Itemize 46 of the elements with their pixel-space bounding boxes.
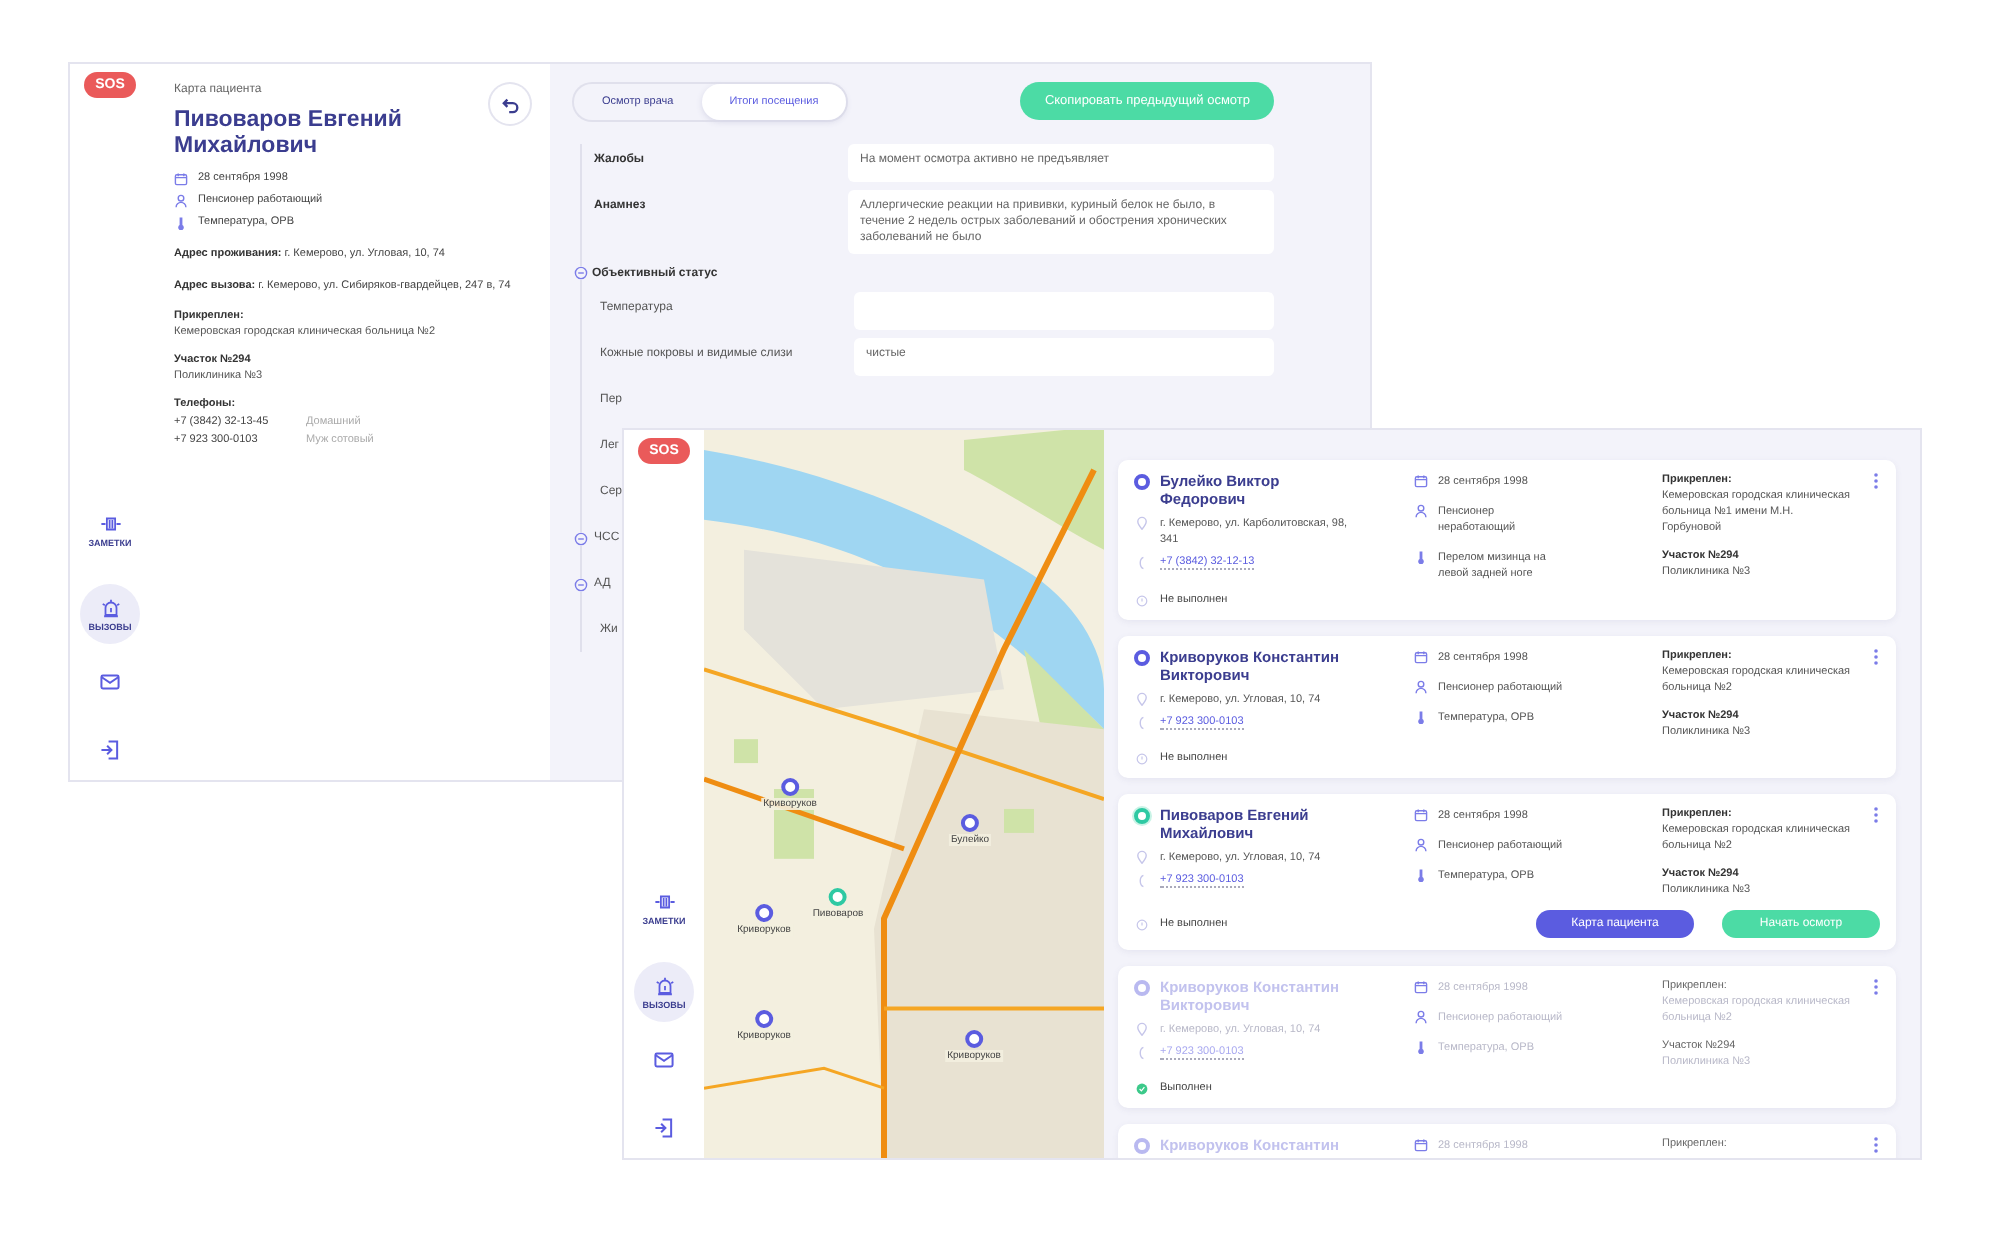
collapse-icon[interactable]: [574, 266, 588, 280]
collapse-icon[interactable]: [574, 532, 588, 546]
logout-icon[interactable]: [654, 1118, 674, 1138]
more-icon[interactable]: [1872, 1136, 1880, 1154]
calendar-icon: [1414, 980, 1428, 994]
mail-icon[interactable]: [654, 1050, 674, 1070]
person-icon: [174, 194, 188, 208]
notes-icon: [653, 891, 675, 911]
calendar-icon: [1414, 808, 1428, 822]
thermometer-icon: [1414, 868, 1428, 882]
thermometer-icon: [174, 216, 188, 230]
logout-icon[interactable]: [100, 740, 120, 760]
info-icon: [1136, 752, 1148, 766]
undo-icon: [501, 95, 519, 113]
notes-icon: [99, 513, 121, 533]
pin-icon: [1136, 1022, 1148, 1036]
person-icon: [1414, 504, 1428, 518]
thermometer-icon: [1414, 710, 1428, 724]
patient-card[interactable]: [1118, 794, 1896, 950]
person-icon: [1414, 680, 1428, 694]
info-icon: [1136, 917, 1148, 931]
thermometer-icon: [1414, 550, 1428, 564]
more-icon[interactable]: [1872, 978, 1880, 996]
info-icon: [1136, 594, 1148, 608]
pin-icon: [1136, 516, 1148, 530]
calendar-icon: [1414, 1138, 1428, 1152]
pin-icon: [1136, 850, 1148, 864]
more-icon[interactable]: [1872, 472, 1880, 490]
pin-icon: [1136, 692, 1148, 706]
patient-card[interactable]: [1118, 636, 1896, 778]
more-icon[interactable]: [1872, 648, 1880, 666]
check-icon: [1136, 1082, 1148, 1096]
thermometer-icon: [1414, 1040, 1428, 1054]
person-icon: [1414, 838, 1428, 852]
collapse-icon[interactable]: [574, 578, 588, 592]
mail-icon[interactable]: [100, 672, 120, 692]
calendar-icon: [1414, 474, 1428, 488]
patient-name: Пивоваров Евгений Михайлович: [174, 108, 404, 160]
back-button[interactable]: [490, 84, 530, 124]
siren-icon: [99, 597, 121, 617]
more-icon[interactable]: [1872, 806, 1880, 824]
patient-card[interactable]: [1118, 460, 1896, 620]
calendar-icon: [174, 172, 188, 186]
siren-icon: [653, 975, 675, 995]
person-icon: [1414, 1010, 1428, 1024]
calendar-icon: [1414, 650, 1428, 664]
